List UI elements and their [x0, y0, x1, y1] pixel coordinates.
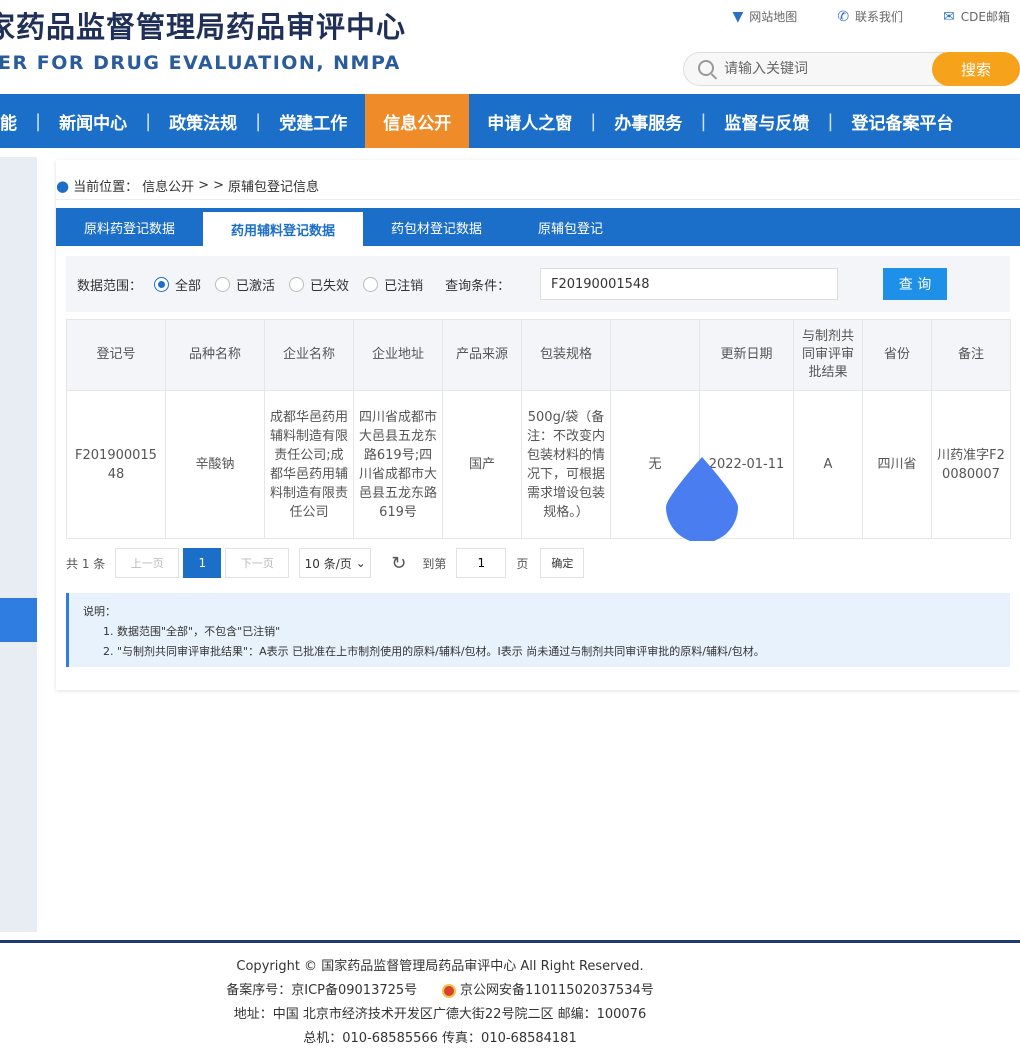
nav-item-partial[interactable]: 能 [0, 94, 35, 148]
table-row: F20190001548 辛酸钠 成都华邑药用辅料制造有限责任公司;成都华邑药用… [66, 390, 1011, 539]
location-pin-icon: ● [56, 176, 70, 195]
site-title-en: ER FOR DRUG EVALUATION, NMPA [0, 52, 401, 74]
nav-item-policy[interactable]: 政策法规 [151, 94, 255, 148]
note-line-2: 2. "与制剂共同审评审批结果"：A表示 已批准在上市制剂使用的原料/辅料/包材… [103, 645, 765, 658]
confirm-goto-button[interactable]: 确定 [540, 548, 585, 578]
page-size-select[interactable]: 10 条/页 ⌄ [299, 548, 372, 578]
footer-address: 地址：中国 北京市经济技术开发区广德大街22号院二区 邮编：100076 [233, 1007, 647, 1022]
radio-activated[interactable]: 已激活 [215, 275, 275, 294]
condition-label: 查询条件： [445, 278, 511, 294]
footer-divider [0, 940, 1020, 943]
page-1-button[interactable]: 1 [183, 548, 222, 578]
chevron-down-icon: ⌄ [355, 556, 366, 570]
pagination: 共 1 条 上一页 1 下一页 10 条/页⌄ ↻ 到第 页 确定 [66, 548, 585, 578]
cell-variety: 辛酸钠 [165, 390, 265, 539]
tab-packaging-data[interactable]: 药包材登记数据 [363, 208, 510, 246]
left-sidebar-active-item[interactable] [0, 598, 37, 642]
nav-item-news[interactable]: 新闻中心 [41, 94, 145, 148]
refresh-icon[interactable]: ↻ [391, 553, 406, 574]
col-header: 产品来源 [442, 319, 522, 391]
location-icon: ▼ [732, 8, 744, 25]
cell-company: 成都华邑药用辅料制造有限责任公司;成都华邑药用辅料制造有限责任公司 [264, 390, 354, 539]
radio-circle [215, 276, 231, 292]
cell-package: 500g/袋（备注：不改变内包装材料的情况下，可根据需求增设包装规格。） [521, 390, 611, 539]
nav-item-registration[interactable]: 登记备案平台 [833, 94, 971, 148]
col-header: 更新日期 [699, 319, 794, 391]
col-header: 企业名称 [264, 319, 354, 391]
col-header: 与制剂共同审评审批结果 [793, 319, 863, 391]
col-header: 登记号 [66, 319, 166, 391]
search-icon [698, 60, 714, 76]
col-header: 备注 [931, 319, 1011, 391]
radio-circle [154, 276, 170, 292]
breadcrumb-link-info-public[interactable]: 信息公开 [142, 176, 194, 195]
nav-item-party[interactable]: 党建工作 [261, 94, 365, 148]
breadcrumb-separator: > > [198, 178, 225, 193]
data-tabs: 原料药登记数据 药用辅料登记数据 药包材登记数据 原辅包登记 [56, 208, 1020, 246]
radio-circle [289, 276, 305, 292]
site-header: 家药品监督管理局药品审评中心 ER FOR DRUG EVALUATION, N… [0, 0, 1020, 94]
condition-input[interactable] [540, 268, 838, 300]
touch-drop-marker [666, 457, 738, 541]
results-table: 登记号 品种名称 企业名称 企业地址 产品来源 包装规格 更新日期 与制剂共同审… [66, 319, 1011, 539]
cell-province: 四川省 [862, 390, 932, 539]
notes-box: 说明： 1. 数据范围"全部"，不包含"已注销" 2. "与制剂共同审评审批结果… [66, 593, 1010, 667]
phone-icon: ✆ [837, 8, 850, 25]
top-links: ▼ 网站地图 ✆ 联系我们 ✉ CDE邮箱 [733, 8, 1010, 25]
cell-address: 四川省成都市大邑县五龙东路619号;四川省成都市大邑县五龙东路619号 [353, 390, 443, 539]
col-header: 包装规格 [521, 319, 611, 391]
nav-item-services[interactable]: 办事服务 [596, 94, 700, 148]
footer-copyright: Copyright © 国家药品监督管理局药品审评中心 All Right Re… [236, 959, 644, 974]
table-header-row: 登记号 品种名称 企业名称 企业地址 产品来源 包装规格 更新日期 与制剂共同审… [66, 319, 1011, 391]
contact-link[interactable]: ✆ 联系我们 [837, 8, 903, 25]
goto-label: 到第 [422, 556, 447, 571]
tab-api-data[interactable]: 原料药登记数据 [56, 208, 203, 246]
radio-all[interactable]: 全部 [154, 275, 201, 294]
tab-excipient-data[interactable]: 药用辅料登记数据 [203, 212, 364, 246]
cell-remark: 川药准字F20080007 [931, 390, 1011, 539]
sitemap-link[interactable]: ▼ 网站地图 [733, 8, 798, 25]
site-footer: Copyright © 国家药品监督管理局药品审评中心 All Right Re… [0, 955, 880, 1051]
left-sidebar-strip [0, 157, 37, 932]
police-link[interactable]: 京公网安备11011502037534号 [460, 983, 654, 998]
radio-circle [363, 276, 379, 292]
query-button[interactable]: 查 询 [883, 268, 947, 300]
footer-registration: 备案序号：京ICP备09013725号 京公网安备11011502037534号 [0, 979, 880, 1003]
note-line-1: 1. 数据范围"全部"，不包含"已注销" [103, 625, 281, 638]
cell-review-result: A [793, 390, 863, 539]
col-header [610, 319, 700, 391]
mail-icon: ✉ [943, 8, 955, 25]
breadcrumb-label: 当前位置： [73, 180, 139, 195]
radio-expired[interactable]: 已失效 [289, 275, 349, 294]
total-count: 共 1 条 [66, 556, 106, 571]
search-button[interactable]: 搜索 [932, 52, 1020, 86]
radio-cancelled[interactable]: 已注销 [363, 275, 423, 294]
breadcrumb: ● 当前位置： 信息公开 > > 原辅包登记信息 [56, 172, 1020, 200]
nav-item-info-public[interactable]: 信息公开 [365, 94, 470, 148]
search-input[interactable] [724, 59, 924, 79]
main-nav: 能 | 新闻中心 | 政策法规 | 党建工作 信息公开 申请人之窗 | 办事服务… [0, 94, 1020, 148]
filter-bar: 数据范围： 全部 已激活 已失效 已注销 查询条件： 查 询 [66, 256, 1010, 312]
notes-title: 说明： [83, 605, 116, 618]
col-header: 省份 [862, 319, 932, 391]
footer-phone: 总机：010-68585566 传真：010-68584181 [303, 1031, 577, 1046]
nav-item-applicant[interactable]: 申请人之窗 [469, 94, 590, 148]
main-panel: ● 当前位置： 信息公开 > > 原辅包登记信息 原料药登记数据 药用辅料登记数… [56, 160, 1020, 690]
nav-item-supervision[interactable]: 监督与反馈 [706, 94, 827, 148]
icp-link[interactable]: 备案序号：京ICP备09013725号 [226, 983, 417, 998]
next-page-button[interactable]: 下一页 [225, 548, 290, 578]
cell-source: 国产 [442, 390, 522, 539]
site-title-cn: 家药品监督管理局药品审评中心 [0, 10, 407, 44]
page-unit-label: 页 [516, 556, 529, 571]
data-range-label: 数据范围： [77, 278, 143, 294]
mail-link[interactable]: ✉ CDE邮箱 [943, 8, 1010, 25]
police-badge-icon [441, 983, 456, 998]
cell-reg-no: F20190001548 [66, 390, 166, 539]
col-header: 品种名称 [165, 319, 265, 391]
prev-page-button[interactable]: 上一页 [115, 548, 180, 578]
goto-page-input[interactable] [456, 548, 507, 578]
breadcrumb-current: 原辅包登记信息 [228, 180, 320, 195]
col-header: 企业地址 [353, 319, 443, 391]
tab-registration[interactable]: 原辅包登记 [510, 208, 631, 246]
